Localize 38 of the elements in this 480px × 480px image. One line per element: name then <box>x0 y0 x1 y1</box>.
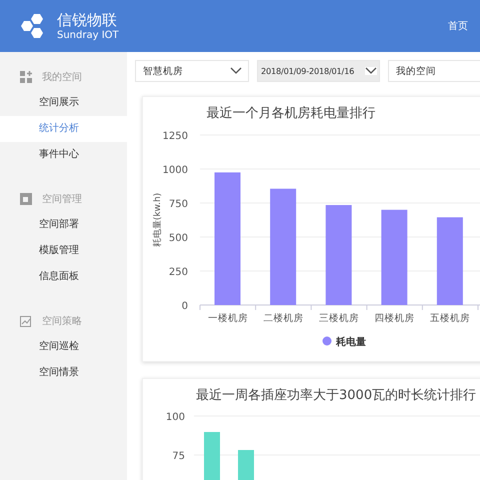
section-title: 空间管理 <box>42 192 82 206</box>
axis-title: 耗电量(kw.h) <box>153 192 163 248</box>
sidebar-item[interactable]: 空间部署 <box>0 212 127 238</box>
brand-name: 信锐物联 <box>57 10 118 28</box>
home-link[interactable]: 首页 <box>448 19 468 33</box>
axis-tick-label: 1000 <box>162 165 188 176</box>
legend-label: 耗电量 <box>336 337 366 348</box>
sidebar-item[interactable]: 信息面板 <box>0 264 127 290</box>
brand-subtitle: Sundray IOT <box>57 28 119 42</box>
sidebar-item[interactable]: 空间展示 <box>0 90 127 116</box>
sidebar-item[interactable]: 统计分析 <box>0 116 127 142</box>
axis-tick-label: 0 <box>182 301 188 312</box>
filter-dropdown[interactable]: 2018/01/09-2018/01/16 <box>257 60 380 82</box>
grid-icon <box>20 70 32 82</box>
chart-title: 最近一周各插座功率大于3000瓦的时长统计排行 <box>196 388 476 403</box>
section-title: 我的空间 <box>42 70 82 84</box>
filter-dropdown[interactable]: 智慧机房 <box>135 60 249 82</box>
bar-chart-drawing <box>204 432 254 480</box>
axis-tick-label: 500 <box>168 233 188 244</box>
panel-icon <box>20 192 32 204</box>
chart-title: 最近一个月各机房耗电量排行 <box>206 106 376 121</box>
axis-tick-label: 750 <box>168 199 188 210</box>
axis-tick-label: 三楼机房 <box>319 313 359 324</box>
sidebar-item[interactable]: 空间巡检 <box>0 334 127 360</box>
section-title: 空间策略 <box>42 314 82 328</box>
axis-tick-label: 250 <box>168 267 188 278</box>
chart-icon <box>20 314 32 326</box>
axis-tick-label: 五楼机房 <box>430 313 470 324</box>
axis-tick-label: 四楼机房 <box>374 313 415 324</box>
axis-tick-label: 二楼机房 <box>263 313 304 324</box>
axis-tick-label: 75 <box>172 451 185 462</box>
sidebar-item[interactable]: 空间情景 <box>0 360 127 386</box>
filter-dropdown[interactable]: 我的空间 <box>388 60 480 82</box>
sidebar-item[interactable]: 事件中心 <box>0 142 127 168</box>
axis-tick-label: 1250 <box>162 131 188 142</box>
axis-tick-label: 一楼机房 <box>208 313 248 324</box>
sidebar-item[interactable]: 模版管理 <box>0 238 127 264</box>
axis-tick-label: 100 <box>166 412 185 423</box>
